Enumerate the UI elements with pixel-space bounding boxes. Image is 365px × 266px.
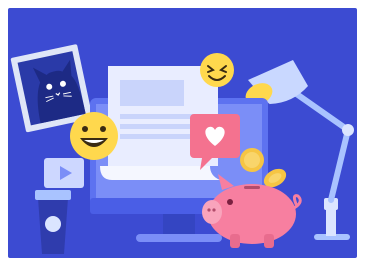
illustration — [10, 44, 354, 254]
coffee-cup — [35, 190, 71, 254]
video-play-card — [44, 158, 84, 188]
smiley-emoji-wink — [200, 53, 234, 87]
illustration-panel — [8, 8, 357, 258]
image-frame — [0, 0, 365, 266]
smiley-emoji-grin — [70, 112, 118, 160]
